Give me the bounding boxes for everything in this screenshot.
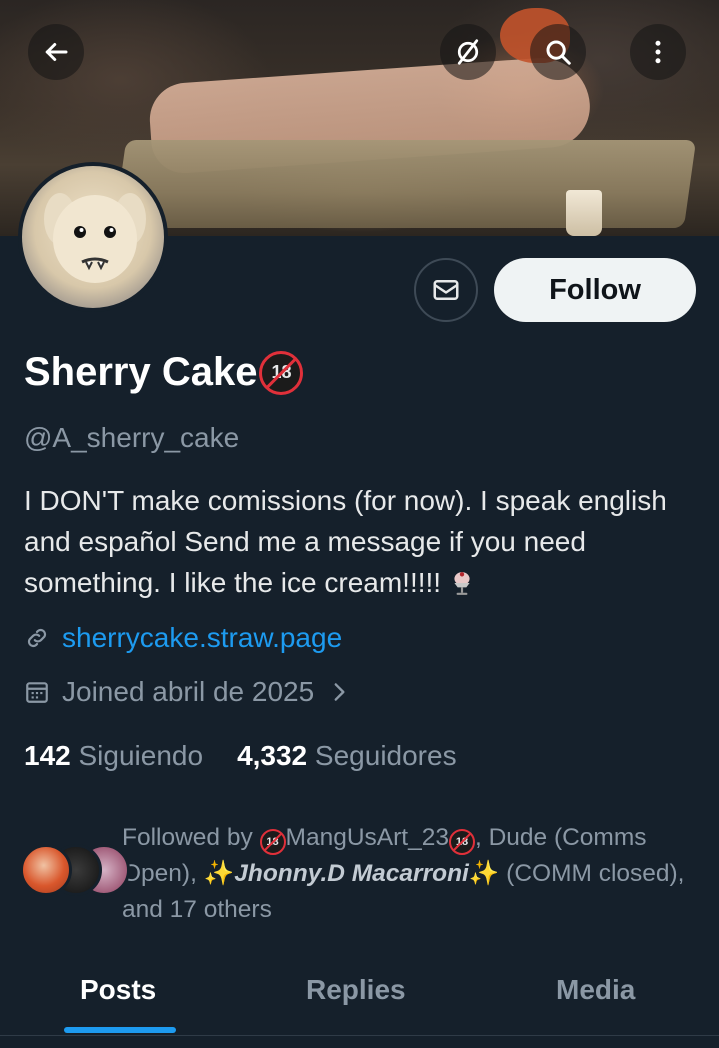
message-button[interactable] — [414, 258, 478, 322]
followers-label: Seguidores — [314, 740, 457, 771]
profile-tabs: Posts Replies Media — [0, 956, 719, 1036]
bio-text: I DON'T make comissions (for now). I spe… — [24, 485, 667, 598]
calendar-icon — [26, 682, 48, 703]
display-name: Sherry Cake 18 — [24, 350, 304, 395]
follow-button[interactable]: Follow — [494, 258, 696, 322]
joined-date: Joined abril de 2025 — [62, 676, 315, 707]
sparkles-icon: ✨ — [203, 860, 235, 887]
followed-by-text: Followed by 18 MangUsArt_23 18, Dude (Comm… — [122, 824, 685, 923]
tab-media[interactable]: Media — [556, 974, 635, 1006]
following-stat[interactable]: 142 Siguiendo — [24, 740, 203, 772]
followers-count: 4,332 — [237, 740, 308, 771]
profile-link-row[interactable]: sherrycake.straw.page — [24, 622, 342, 654]
avatar-plush-face — [44, 193, 146, 283]
profile-handle: @A_sherry_cake — [24, 422, 240, 453]
followed-by-row[interactable]: Followed by 18 MangUsArt_23 18, Dude (Comm… — [20, 820, 710, 930]
mutual-user-name: Jhonny.D Macarroni — [234, 860, 469, 887]
search-button[interactable] — [530, 24, 586, 80]
profile-stats: 142 Siguiendo 4,332 Seguidores — [24, 740, 457, 772]
display-name-text: Sherry Cake — [24, 350, 258, 394]
avatar[interactable] — [18, 162, 168, 312]
followed-by-avatars — [20, 844, 130, 900]
following-count: 142 — [24, 740, 71, 771]
banner-cup — [566, 190, 602, 236]
grok-icon — [457, 39, 479, 65]
ice-cream-icon — [454, 572, 470, 595]
arrow-left-icon — [45, 43, 68, 61]
grok-button[interactable] — [440, 24, 496, 80]
sparkles-icon: ✨ — [468, 860, 500, 887]
joined-row[interactable]: Joined abril de 2025 — [24, 676, 352, 708]
tab-replies[interactable]: Replies — [306, 974, 406, 1006]
following-label: Siguiendo — [78, 740, 204, 771]
follower-avatar — [20, 844, 72, 896]
more-button[interactable] — [630, 24, 686, 80]
banner-mattress — [113, 140, 697, 228]
under-18-badge-icon: 18 — [259, 350, 304, 395]
under-18-badge-icon: 18 — [448, 829, 475, 855]
more-vertical-icon — [655, 40, 661, 64]
followers-stat[interactable]: 4,332 Seguidores — [237, 740, 457, 772]
mail-icon — [433, 280, 459, 300]
mutual-user-name: MangUsArt_23 — [285, 824, 449, 851]
search-icon — [546, 40, 571, 65]
profile-link[interactable]: sherrycake.straw.page — [62, 622, 342, 654]
profile-bio: I DON'T make comissions (for now). I spe… — [24, 480, 704, 603]
chevron-right-icon — [334, 683, 345, 701]
active-tab-indicator — [64, 1027, 176, 1033]
tab-posts[interactable]: Posts — [80, 974, 156, 1006]
link-icon — [27, 628, 47, 648]
under-18-badge-icon: 18 — [259, 829, 286, 855]
back-button[interactable] — [28, 24, 84, 80]
